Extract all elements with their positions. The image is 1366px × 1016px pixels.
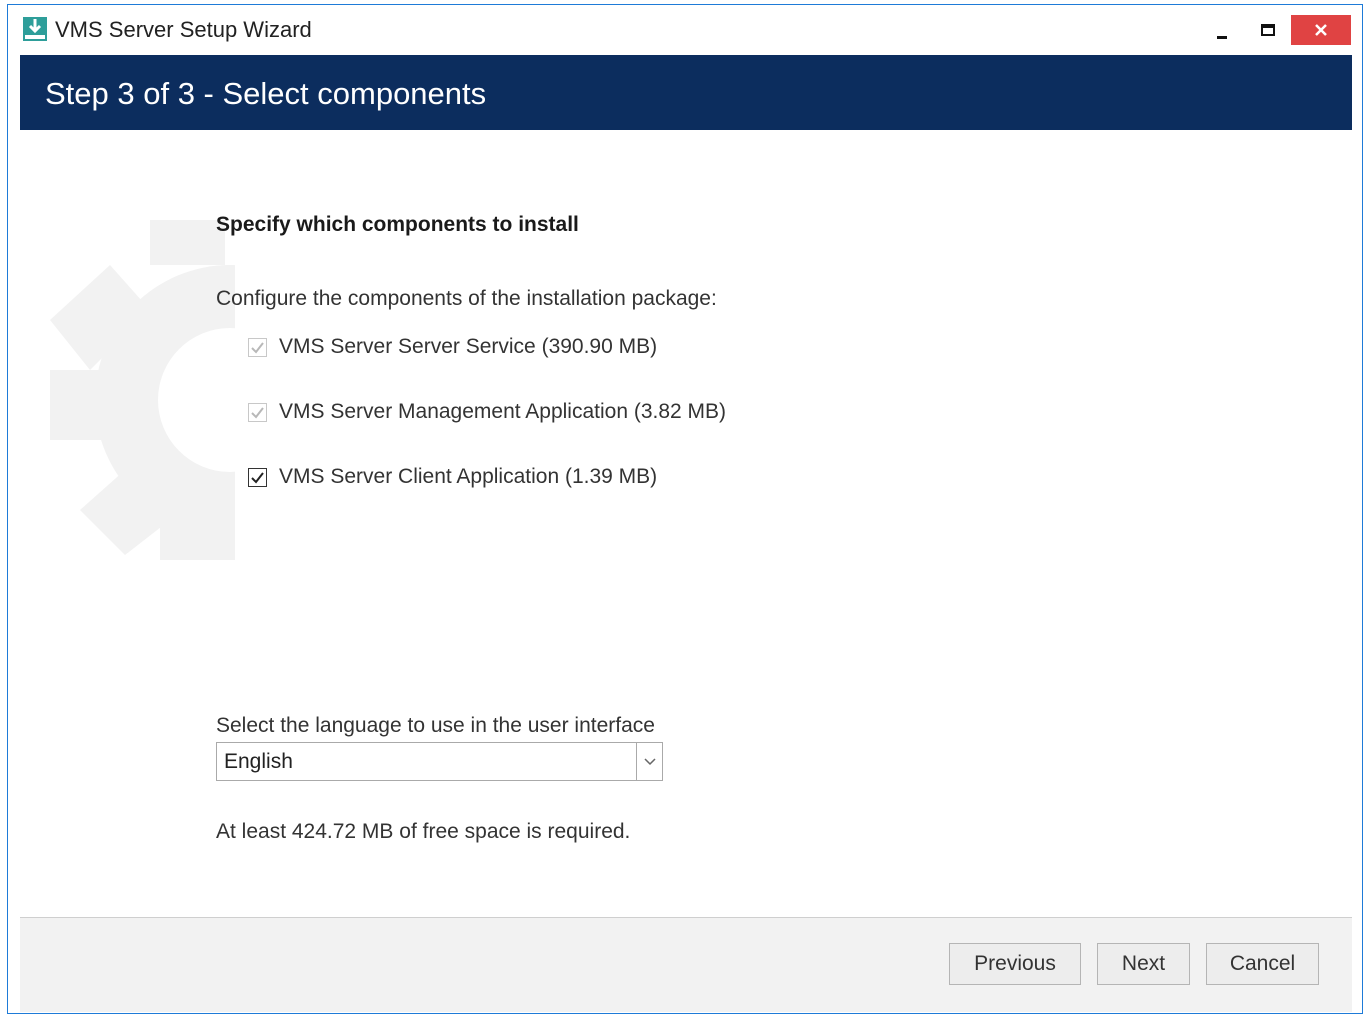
component-server-service: VMS Server Server Service (390.90 MB): [248, 332, 657, 362]
gear-icon: [50, 220, 380, 560]
section-heading: Specify which components to install: [216, 213, 579, 236]
component-label: VMS Server Management Application (3.82 …: [279, 400, 727, 423]
component-management-app: VMS Server Management Application (3.82 …: [248, 397, 726, 427]
component-label: VMS Server Server Service (390.90 MB): [279, 335, 658, 358]
language-select[interactable]: English: [216, 742, 663, 781]
wizard-footer: Previous Next Cancel: [20, 917, 1352, 1012]
component-checkbox[interactable]: [248, 467, 267, 487]
check-icon: [251, 341, 264, 354]
installer-download-icon: [23, 17, 47, 41]
close-icon: [1315, 24, 1327, 36]
window-title: VMS Server Setup Wizard: [55, 17, 312, 42]
check-icon: [251, 406, 264, 419]
language-select-value[interactable]: English: [224, 750, 293, 774]
minimize-icon: [1217, 36, 1227, 39]
configure-label: Configure the components of the installa…: [216, 287, 717, 310]
maximize-icon: [1261, 24, 1275, 36]
next-button[interactable]: Next: [1097, 943, 1190, 985]
maximize-button[interactable]: [1248, 15, 1288, 45]
check-icon: [251, 471, 264, 484]
setup-wizard-window: VMS Server Setup Wizard Step 3 of 3 - Se…: [7, 4, 1363, 1014]
step-title: Step 3 of 3 - Select components: [45, 76, 487, 111]
space-required-text: At least 424.72 MB of free space is requ…: [216, 820, 631, 843]
title-bar: VMS Server Setup Wizard: [8, 5, 1362, 55]
component-label[interactable]: VMS Server Client Application (1.39 MB): [279, 465, 657, 489]
component-checkbox: [248, 402, 267, 422]
main-content: Specify which components to install Conf…: [20, 130, 1352, 917]
language-label: Select the language to use in the user i…: [216, 714, 655, 737]
component-client-app[interactable]: VMS Server Client Application (1.39 MB): [248, 462, 657, 492]
cancel-button[interactable]: Cancel: [1206, 943, 1319, 985]
minimize-button[interactable]: [1203, 15, 1243, 45]
step-header: Step 3 of 3 - Select components: [20, 55, 1352, 130]
previous-button[interactable]: Previous: [949, 943, 1081, 985]
component-checkbox: [248, 337, 267, 357]
dropdown-button[interactable]: [636, 743, 662, 780]
chevron-down-icon: [643, 757, 656, 765]
close-button[interactable]: [1291, 15, 1351, 45]
